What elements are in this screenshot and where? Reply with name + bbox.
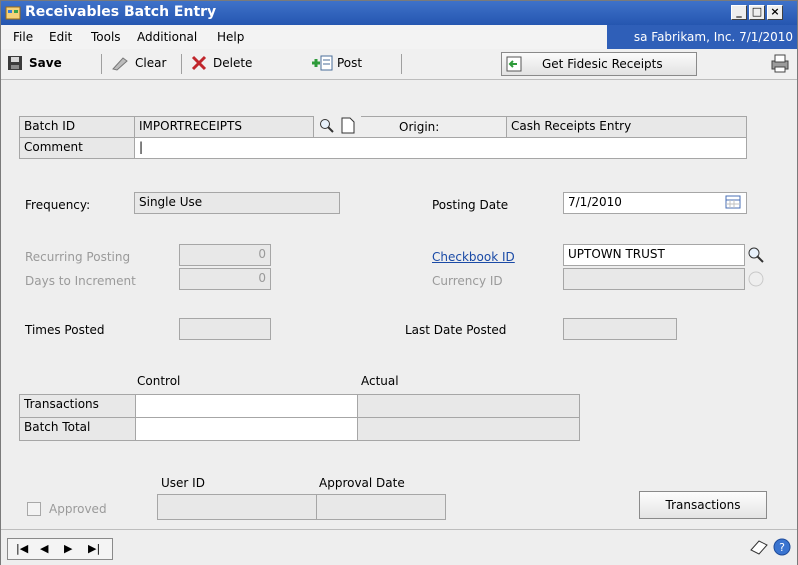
- transactions-control-input[interactable]: [135, 394, 358, 418]
- actual-header: Actual: [361, 374, 399, 388]
- frequency-label: Frequency:: [25, 198, 91, 212]
- days-to-increment-label: Days to Increment: [25, 274, 136, 288]
- origin-value: Cash Receipts Entry: [511, 119, 632, 133]
- first-record-icon[interactable]: |◀: [16, 542, 28, 555]
- post-button[interactable]: Post: [337, 56, 362, 70]
- control-header: Control: [137, 374, 181, 388]
- batch-total-actual-field: [357, 417, 580, 441]
- user-id-field: [157, 494, 317, 520]
- lookup-icon: [747, 270, 765, 291]
- close-button[interactable]: ×: [767, 5, 783, 20]
- currency-id-label: Currency ID: [432, 274, 503, 288]
- approval-date-header: Approval Date: [319, 476, 405, 490]
- company-info: sa Fabrikam, Inc. 7/1/2010: [607, 25, 797, 49]
- record-navigation: |◀ ◀ ▶ ▶|: [7, 538, 113, 560]
- get-fidesic-receipts-button[interactable]: Get Fidesic Receipts: [501, 52, 697, 76]
- save-icon[interactable]: [7, 55, 23, 74]
- transactions-actual-field: [357, 394, 580, 418]
- recurring-posting-value: 0: [258, 247, 266, 261]
- approved-checkbox[interactable]: [27, 502, 41, 516]
- checkbook-id-input[interactable]: UPTOWN TRUST: [563, 244, 745, 266]
- comment-label-cell: Comment: [19, 137, 135, 159]
- fidesic-icon: [506, 56, 522, 75]
- clear-button[interactable]: Clear: [135, 56, 166, 70]
- batch-total-label: Batch Total: [24, 420, 91, 434]
- approval-date-field: [316, 494, 446, 520]
- menu-edit[interactable]: Edit: [49, 30, 72, 44]
- menu-tools[interactable]: Tools: [91, 30, 121, 44]
- batch-total-label-cell: Batch Total: [19, 417, 136, 441]
- lookup-icon[interactable]: [319, 118, 335, 137]
- checkbook-id-value: UPTOWN TRUST: [568, 247, 665, 261]
- svg-text:?: ?: [779, 541, 785, 554]
- origin-label: Origin:: [399, 120, 440, 134]
- form-area: Batch ID IMPORTRECEIPTS Origin: Cash Rec…: [1, 80, 797, 529]
- help-icon[interactable]: ?: [773, 538, 791, 559]
- times-posted-field: [179, 318, 271, 340]
- frequency-value: Single Use: [139, 195, 203, 209]
- toolbar-separator: [181, 54, 182, 74]
- next-record-icon[interactable]: ▶: [64, 542, 72, 555]
- checkbook-id-link[interactable]: Checkbook ID: [432, 250, 515, 264]
- times-posted-label: Times Posted: [25, 323, 105, 337]
- previous-record-icon[interactable]: ◀: [40, 542, 48, 555]
- batch-id-field[interactable]: IMPORTRECEIPTS: [134, 116, 314, 138]
- get-fidesic-receipts-label: Get Fidesic Receipts: [542, 57, 663, 71]
- toolbar-separator: [101, 54, 102, 74]
- days-to-increment-field: 0: [179, 268, 271, 290]
- batch-id-label-cell: Batch ID: [19, 116, 135, 138]
- last-date-posted-label: Last Date Posted: [405, 323, 507, 337]
- window-title: Receivables Batch Entry: [25, 4, 217, 20]
- origin-field: Cash Receipts Entry: [506, 116, 747, 138]
- comment-label: Comment: [24, 140, 83, 154]
- transactions-label-cell: Transactions: [19, 394, 136, 418]
- window-icon: [5, 5, 21, 21]
- calendar-icon[interactable]: [725, 195, 741, 212]
- print-icon[interactable]: [769, 53, 791, 76]
- delete-icon[interactable]: [191, 55, 207, 74]
- menu-file[interactable]: File: [13, 30, 33, 44]
- clear-icon[interactable]: [111, 55, 129, 74]
- frequency-field[interactable]: Single Use: [134, 192, 340, 214]
- user-id-header: User ID: [161, 476, 205, 490]
- menu-additional[interactable]: Additional: [137, 30, 197, 44]
- toolbar-separator: [401, 54, 402, 74]
- last-date-posted-field: [563, 318, 677, 340]
- receivables-batch-entry-window: Receivables Batch Entry _ □ × File Edit …: [0, 0, 798, 565]
- delete-button[interactable]: Delete: [213, 56, 252, 70]
- recurring-posting-field: 0: [179, 244, 271, 266]
- batch-id-label: Batch ID: [24, 119, 76, 133]
- minimize-button[interactable]: _: [731, 5, 747, 20]
- status-bar: |◀ ◀ ▶ ▶| ?: [1, 529, 797, 565]
- new-note-icon[interactable]: [341, 117, 355, 137]
- posting-date-value: 7/1/2010: [568, 195, 622, 209]
- last-record-icon[interactable]: ▶|: [88, 542, 100, 555]
- days-to-increment-value: 0: [258, 271, 266, 285]
- maximize-button[interactable]: □: [749, 5, 765, 20]
- note-icon[interactable]: [749, 538, 769, 559]
- menu-help[interactable]: Help: [217, 30, 244, 44]
- approved-label: Approved: [49, 502, 107, 516]
- post-icon[interactable]: [311, 54, 333, 75]
- transactions-label: Transactions: [24, 397, 99, 411]
- posting-date-input[interactable]: 7/1/2010: [563, 192, 747, 214]
- menu-bar: File Edit Tools Additional Help sa Fabri…: [1, 25, 797, 50]
- recurring-posting-label: Recurring Posting: [25, 250, 131, 264]
- batch-total-control-input[interactable]: [135, 417, 358, 441]
- lookup-icon[interactable]: [747, 246, 765, 267]
- transactions-button[interactable]: Transactions: [639, 491, 767, 519]
- comment-input[interactable]: |: [134, 137, 747, 159]
- comment-value: |: [139, 140, 144, 154]
- toolbar: Save Clear Delete Post Get Fidesic Recei…: [1, 49, 797, 80]
- save-button[interactable]: Save: [29, 56, 62, 70]
- title-bar: Receivables Batch Entry _ □ ×: [1, 1, 797, 25]
- currency-id-field: [563, 268, 745, 290]
- batch-id-value: IMPORTRECEIPTS: [139, 119, 242, 133]
- posting-date-label: Posting Date: [432, 198, 509, 212]
